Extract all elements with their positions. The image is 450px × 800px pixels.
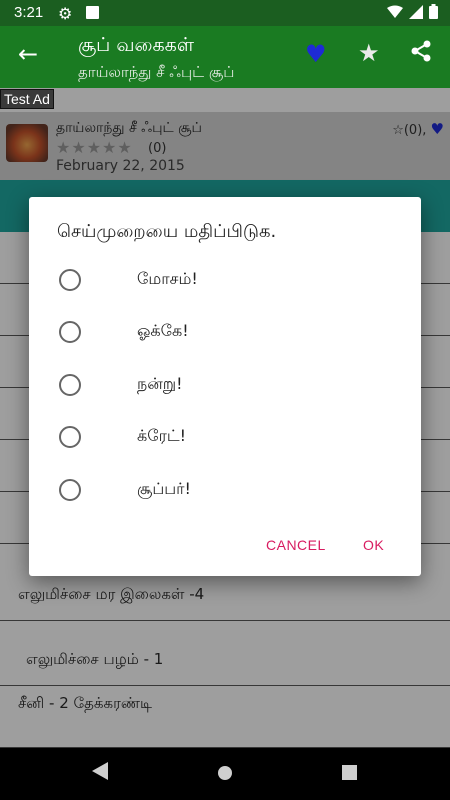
nav-home-icon[interactable] <box>217 765 233 785</box>
cancel-button[interactable]: CANCEL <box>266 537 326 553</box>
share-icon[interactable] <box>410 40 432 68</box>
back-arrow-icon[interactable]: ← <box>18 40 38 68</box>
rating-option-okay[interactable]: ஓக்கே! <box>57 311 397 353</box>
gear-icon: ⚙ <box>58 4 73 23</box>
status-bar: 3:21 ⚙ <box>0 0 450 26</box>
radio-button[interactable] <box>59 374 81 396</box>
radio-button[interactable] <box>59 269 81 291</box>
bookmark-star-icon[interactable]: ★ <box>358 39 380 67</box>
rating-option-label: மோசம்! <box>137 269 198 288</box>
rating-dialog: செய்முறையை மதிப்பிடுக. மோசம்! ஓக்கே! நன்… <box>29 197 421 576</box>
notification-icon <box>86 6 99 19</box>
nav-back-icon[interactable] <box>92 762 108 784</box>
radio-button[interactable] <box>59 479 81 501</box>
rating-option-super[interactable]: சூப்பர்! <box>57 469 397 511</box>
page-title: சூப் வகைகள் <box>78 34 194 56</box>
radio-button[interactable] <box>59 321 81 343</box>
dialog-title: செய்முறையை மதிப்பிடுக. <box>57 221 277 242</box>
ok-button[interactable]: OK <box>363 537 384 553</box>
rating-option-label: க்ரேட்! <box>137 426 187 445</box>
rating-option-label: சூப்பர்! <box>137 479 191 498</box>
nav-recents-icon[interactable] <box>342 765 357 784</box>
signal-icon <box>409 4 423 19</box>
app-bar: ← சூப் வகைகள் தாய்லாந்து சீ ஃபுட் சூப் ♥… <box>0 26 450 88</box>
system-nav-bar <box>0 748 450 800</box>
rating-option-great[interactable]: க்ரேட்! <box>57 416 397 458</box>
page-subtitle: தாய்லாந்து சீ ஃபுட் சூப் <box>78 63 235 81</box>
favorite-heart-icon[interactable]: ♥ <box>305 40 327 68</box>
rating-option-label: நன்று! <box>137 374 183 393</box>
test-ad-label: Test Ad <box>0 89 54 109</box>
radio-button[interactable] <box>59 426 81 448</box>
wifi-icon <box>387 5 403 18</box>
rating-option-bad[interactable]: மோசம்! <box>57 259 397 301</box>
rating-option-label: ஓக்கே! <box>137 321 189 340</box>
status-icons <box>387 4 438 19</box>
rating-option-good[interactable]: நன்று! <box>57 364 397 406</box>
status-time: 3:21 <box>14 4 44 21</box>
battery-icon <box>429 4 438 19</box>
